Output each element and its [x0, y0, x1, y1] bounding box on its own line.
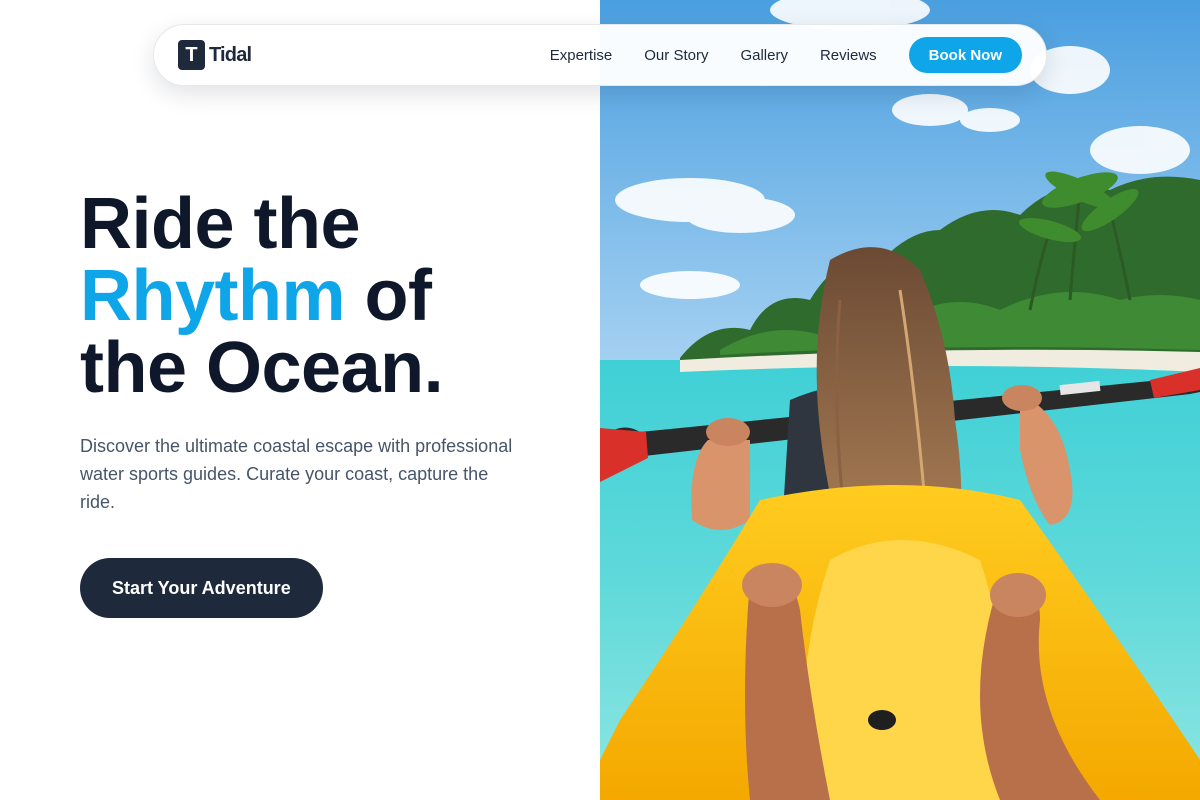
nav-link-reviews[interactable]: Reviews	[820, 47, 877, 64]
nav-link-our-story[interactable]: Our Story	[644, 47, 708, 64]
book-now-button[interactable]: Book Now	[908, 37, 1022, 73]
headline-line-3: the Ocean.	[80, 328, 444, 408]
nav-links: Expertise Our Story Gallery Reviews	[550, 47, 877, 64]
start-adventure-button[interactable]: Start Your Adventure	[80, 558, 323, 618]
headline-accent: Rhythm	[80, 256, 346, 336]
hero-image	[600, 0, 1200, 800]
brand-name: Tidal	[209, 43, 252, 66]
hero-section: Ride the Rhythm of the Ocean. Discover t…	[80, 188, 580, 618]
hero-subcopy: Discover the ultimate coastal escape wit…	[80, 436, 513, 512]
logo-mark-icon: T	[178, 40, 205, 70]
nav-link-gallery[interactable]: Gallery	[740, 47, 788, 64]
nav-link-expertise[interactable]: Expertise	[550, 47, 613, 64]
brand-logo[interactable]: T Tidal	[178, 40, 252, 70]
nav-right: Expertise Our Story Gallery Reviews Book…	[550, 37, 1022, 73]
headline-line-2-rest: of	[345, 256, 432, 336]
headline-line-1: Ride the	[80, 184, 361, 264]
hero-headline: Ride the Rhythm of the Ocean.	[80, 188, 580, 404]
top-nav: T Tidal Expertise Our Story Gallery Revi…	[153, 24, 1047, 86]
